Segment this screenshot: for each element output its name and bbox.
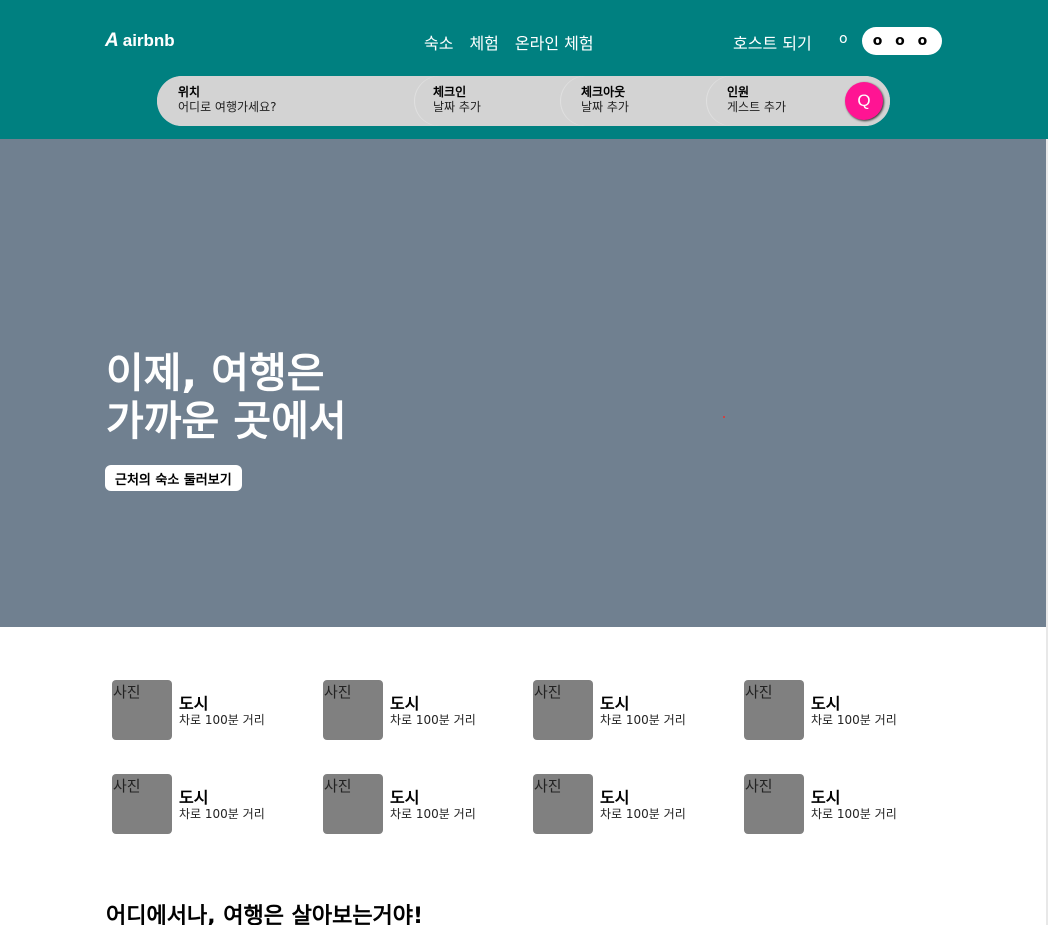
hero-banner: 이제, 여행은 가까운 곳에서 근처의 숙소 둘러보기	[0, 139, 1048, 627]
nearby-card[interactable]: 사진 도시 차로 100분 거리	[744, 680, 944, 740]
explore-nearby-button[interactable]: 근처의 숙소 둘러보기	[105, 465, 242, 491]
destination-photo: 사진	[112, 774, 172, 834]
hero-dot	[723, 416, 725, 418]
checkin-placeholder: 날짜 추가	[433, 100, 481, 114]
globe-icon[interactable]: o	[839, 31, 848, 47]
nearby-card[interactable]: 사진 도시 차로 100분 거리	[323, 774, 523, 834]
nearby-destinations-grid: 사진 도시 차로 100분 거리 사진 도시 차로 100분 거리 사진 도시 …	[112, 680, 952, 840]
location-placeholder: 어디로 여행가세요?	[178, 100, 277, 114]
nav-item-stays[interactable]: 숙소	[424, 30, 453, 54]
nearby-card[interactable]: 사진 도시 차로 100분 거리	[533, 680, 733, 740]
destination-distance: 차로 100분 거리	[811, 713, 897, 727]
location-label: 위치	[178, 85, 201, 99]
destination-photo: 사진	[533, 774, 593, 834]
destination-photo: 사진	[323, 680, 383, 740]
destination-distance: 차로 100분 거리	[390, 713, 476, 727]
hero-title: 이제, 여행은 가까운 곳에서	[106, 349, 347, 445]
destination-distance: 차로 100분 거리	[811, 807, 897, 821]
search-location-field[interactable]: 위치 어디로 여행가세요?	[157, 76, 415, 126]
become-host-link[interactable]: 호스트 되기	[733, 30, 812, 54]
logo-text: airbnb	[122, 31, 175, 50]
hero-title-line2: 가까운 곳에서	[106, 397, 347, 445]
section-heading: 어디에서나, 여행은 살아보는거야!	[106, 904, 424, 925]
destination-photo: 사진	[323, 774, 383, 834]
nearby-card[interactable]: 사진 도시 차로 100분 거리	[744, 774, 944, 834]
nearby-card[interactable]: 사진 도시 차로 100분 거리	[112, 680, 312, 740]
destination-photo: 사진	[533, 680, 593, 740]
destination-distance: 차로 100분 거리	[179, 713, 265, 727]
nearby-card[interactable]: 사진 도시 차로 100분 거리	[533, 774, 733, 834]
destination-distance: 차로 100분 거리	[600, 807, 686, 821]
checkout-label: 체크아웃	[581, 85, 626, 99]
destination-distance: 차로 100분 거리	[390, 807, 476, 821]
nearby-card[interactable]: 사진 도시 차로 100분 거리	[323, 680, 523, 740]
search-checkin-field[interactable]: 체크인 날짜 추가	[415, 76, 561, 126]
main-nav: 숙소 체험 온라인 체험	[424, 30, 594, 54]
user-menu-button[interactable]: o o o	[862, 27, 942, 55]
destination-photo: 사진	[744, 774, 804, 834]
checkin-label: 체크인	[433, 85, 467, 99]
airbnb-logo[interactable]: A airbnb	[105, 30, 175, 52]
destination-photo: 사진	[112, 680, 172, 740]
airbnb-logo-icon: A	[105, 30, 119, 51]
checkout-placeholder: 날짜 추가	[581, 100, 629, 114]
nav-item-experiences[interactable]: 체험	[469, 30, 498, 54]
nearby-card[interactable]: 사진 도시 차로 100분 거리	[112, 774, 312, 834]
hero-title-line1: 이제, 여행은	[106, 349, 325, 397]
search-bar: 위치 어디로 여행가세요? 체크인 날짜 추가 체크아웃 날짜 추가 인원 게스…	[157, 76, 890, 126]
destination-distance: 차로 100분 거리	[179, 807, 265, 821]
destination-distance: 차로 100분 거리	[600, 713, 686, 727]
search-button[interactable]: Q	[845, 82, 883, 120]
nav-item-online-experiences[interactable]: 온라인 체험	[515, 30, 594, 54]
top-header: A airbnb 숙소 체험 온라인 체험 호스트 되기 o o o o 위치 …	[0, 0, 1048, 139]
search-checkout-field[interactable]: 체크아웃 날짜 추가	[561, 76, 707, 126]
destination-photo: 사진	[744, 680, 804, 740]
